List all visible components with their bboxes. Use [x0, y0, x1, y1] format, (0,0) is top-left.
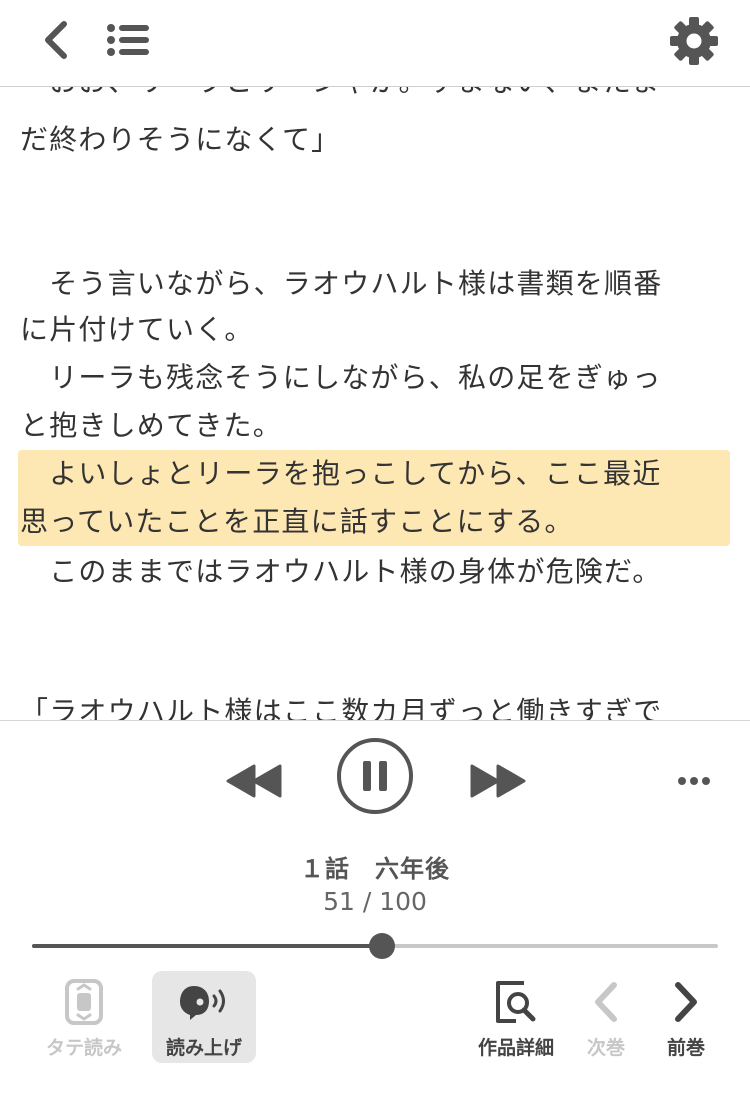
pause-icon [337, 738, 413, 814]
fast-forward-icon [470, 764, 526, 798]
rewind-button[interactable] [224, 759, 284, 803]
previous-volume-button[interactable]: 前巻 [656, 971, 716, 1063]
text-line: 「ラオウハルト様はここ数カ月ずっと働きすぎで [20, 695, 663, 720]
table-of-contents-button[interactable] [104, 18, 152, 62]
gear-icon [670, 17, 718, 65]
progress-thumb[interactable] [369, 933, 395, 959]
list-icon [107, 24, 149, 56]
read-aloud-label: 読み上げ [165, 1037, 242, 1059]
fast-forward-button[interactable] [468, 759, 528, 803]
episode-title: １話 六年後 [300, 855, 450, 883]
work-details-button[interactable]: 作品詳細 [470, 971, 562, 1063]
text-line: そう言いながら、ラオウハルト様は書類を順番 [20, 267, 663, 300]
progress-slider[interactable] [32, 933, 718, 959]
vertical-scroll-icon [65, 979, 103, 1025]
text-line: 「おお、リーラとリーシャか。すまない、またま [20, 86, 732, 104]
work-details-label: 作品詳細 [477, 1037, 554, 1059]
chevron-right-icon [675, 982, 697, 1022]
text-line: と抱きしめてきた。 [20, 409, 282, 442]
top-bar [0, 0, 750, 87]
progress-fill [32, 944, 382, 948]
pause-button[interactable] [336, 737, 414, 815]
text-line: に片付けていく。 [20, 313, 254, 346]
vertical-scroll-button[interactable]: タテ読み [36, 971, 132, 1063]
next-volume-label: 次巻 [586, 1037, 625, 1059]
highlighted-text-line: 思っていたことを正直に話すことにする。 [20, 505, 574, 538]
highlighted-text-line: よいしょとリーラを抱っこしてから、ここ最近 [20, 457, 662, 490]
book-search-icon [496, 981, 536, 1023]
settings-button[interactable] [664, 14, 724, 68]
read-aloud-icon [180, 986, 225, 1020]
chevron-left-icon [595, 982, 617, 1022]
rewind-icon [226, 764, 282, 798]
text-line: このままではラオウハルト様の身体が危険だ。 [20, 555, 662, 588]
more-options-button[interactable] [672, 761, 716, 801]
vertical-scroll-label: タテ読み [45, 1037, 122, 1059]
back-button[interactable] [36, 18, 76, 62]
text-line: だ終わりそうになくて」 [20, 123, 341, 156]
more-icon [678, 777, 710, 785]
chevron-left-icon [45, 21, 67, 59]
page-counter: 51 / 100 [323, 887, 427, 916]
reader-text-area[interactable]: 「おお、リーラとリーシャか。すまない、またま だ終わりそうになくて」 そう言いな… [0, 86, 750, 720]
previous-volume-label: 前巻 [666, 1037, 705, 1059]
text-line: リーラも残念そうにしながら、私の足をぎゅっ [20, 361, 662, 394]
next-volume-button[interactable]: 次巻 [576, 971, 636, 1063]
read-aloud-player: １話 六年後 51 / 100 タテ読み 読み上げ 作品詳細 次巻 前巻 [0, 720, 750, 1105]
read-aloud-button[interactable]: 読み上げ [152, 971, 256, 1063]
